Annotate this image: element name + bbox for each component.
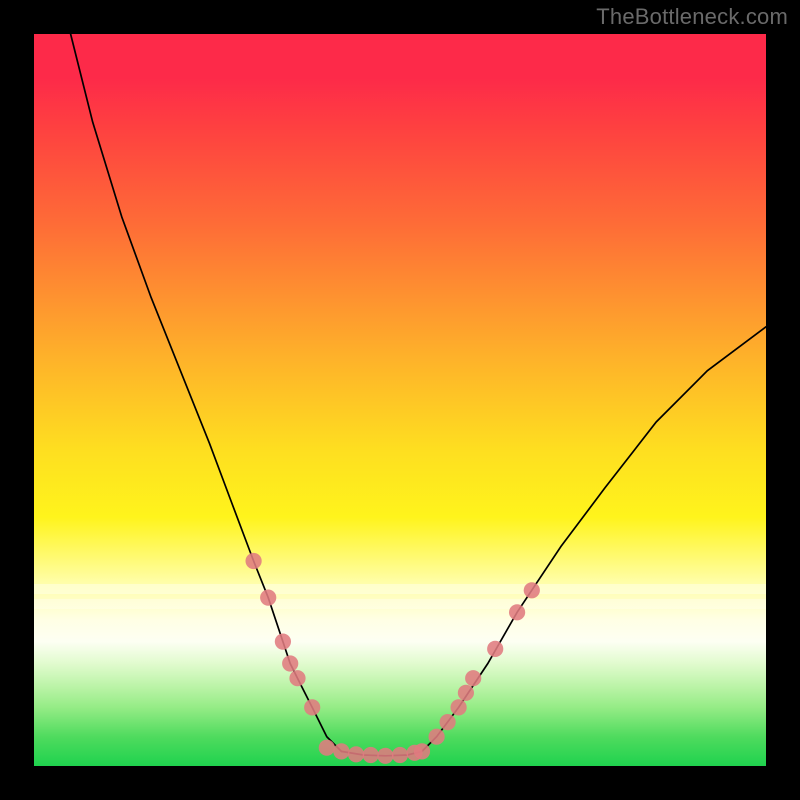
marker-dot-right <box>487 641 503 657</box>
watermark-text: TheBottleneck.com <box>596 4 788 30</box>
marker-dot-left <box>246 553 262 569</box>
marker-dot-floor <box>414 743 430 759</box>
marker-dot-left <box>289 670 305 686</box>
marker-dot-floor <box>348 746 364 762</box>
marker-dot-right <box>429 729 445 745</box>
marker-dot-floor <box>377 748 393 764</box>
marker-dot-left <box>304 699 320 715</box>
marker-dot-right <box>524 582 540 598</box>
marker-dot-right <box>509 604 525 620</box>
marker-dot-right <box>465 670 481 686</box>
marker-dot-left <box>282 655 298 671</box>
marker-dot-floor <box>319 740 335 756</box>
marker-dot-left <box>260 590 276 606</box>
marker-dot-right <box>440 714 456 730</box>
curve-left <box>71 34 342 751</box>
marker-dot-right <box>458 685 474 701</box>
marker-dots <box>246 553 540 764</box>
marker-dot-floor <box>363 747 379 763</box>
marker-dot-left <box>275 634 291 650</box>
marker-dot-floor <box>392 747 408 763</box>
curve-layer <box>34 34 766 766</box>
chart-root: TheBottleneck.com <box>0 0 800 800</box>
curve-right <box>422 327 766 752</box>
marker-dot-right <box>451 699 467 715</box>
marker-dot-floor <box>333 743 349 759</box>
plot-area <box>34 34 766 766</box>
